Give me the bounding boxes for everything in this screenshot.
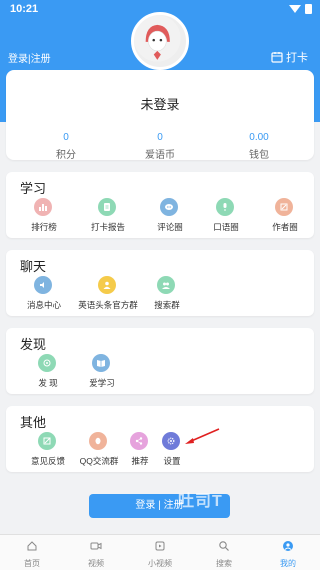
tab-search[interactable]: 搜索: [192, 535, 256, 570]
stat-coins[interactable]: 0 爱语币: [130, 132, 190, 161]
stat-points[interactable]: 0 积分: [36, 132, 96, 161]
menu-item-ranking[interactable]: 排行榜: [14, 198, 74, 236]
menu-item-authors[interactable]: 作者圈: [255, 198, 315, 236]
checkin-report-icon: [98, 198, 116, 216]
stat-wallet[interactable]: 0.00 钱包: [229, 132, 289, 161]
discover-icon: [38, 354, 56, 372]
tab-label: 小视频: [148, 559, 172, 568]
tab-short-video[interactable]: 小视频: [128, 535, 192, 570]
status-time: 10:21: [10, 3, 39, 15]
bottom-tab-bar: 首页 视频 小视频 搜索 我的: [0, 534, 320, 570]
section-title: 发现: [20, 337, 47, 352]
video-icon: [90, 542, 102, 550]
menu-item-messages[interactable]: 消息中心: [14, 276, 74, 314]
menu-item-study[interactable]: 爱学习: [72, 354, 132, 392]
tab-label: 我的: [280, 559, 296, 568]
section-title: 其他: [20, 415, 47, 430]
settings-icon: [162, 432, 180, 450]
annotation-arrow-icon: [185, 428, 220, 444]
wifi-icon: [289, 5, 301, 13]
avatar[interactable]: [131, 12, 189, 70]
menu-item-label: 作者圈: [272, 222, 298, 232]
stat-label: 爱语币: [145, 150, 175, 161]
tab-label: 视频: [88, 559, 104, 568]
comment-icon: [160, 198, 178, 216]
feedback-icon: [38, 432, 56, 450]
section-chat: 聊天 消息中心 英语头条官方群 搜索群: [6, 250, 314, 316]
profile-name[interactable]: 未登录: [6, 94, 314, 113]
qq-icon: [89, 432, 107, 450]
group-icon: [98, 276, 116, 294]
tab-profile[interactable]: 我的: [256, 535, 320, 570]
stat-value: 0: [157, 132, 163, 143]
menu-item-checkin-report[interactable]: 打卡报告: [78, 198, 138, 236]
stat-label: 钱包: [249, 150, 269, 161]
avatar-image: [134, 15, 181, 62]
status-icons: [289, 4, 312, 14]
login-register-link[interactable]: 登录|注册: [8, 50, 51, 65]
microphone-icon: [216, 198, 234, 216]
section-title: 学习: [20, 181, 47, 196]
battery-icon: [305, 4, 312, 14]
checkin-button[interactable]: 打卡: [271, 49, 308, 65]
section-other: 其他 意见反馈 QQ交流群 推荐 设置: [6, 406, 314, 472]
stat-value: 0: [63, 132, 69, 143]
search-icon: [219, 541, 229, 551]
tab-label: 搜索: [216, 559, 232, 568]
checkin-label: 打卡: [286, 52, 308, 64]
short-video-icon: [155, 541, 165, 551]
stat-label: 积分: [56, 150, 76, 161]
tab-home[interactable]: 首页: [0, 535, 64, 570]
tab-video[interactable]: 视频: [64, 535, 128, 570]
menu-item-label: 爱学习: [89, 378, 115, 388]
section-title: 聊天: [20, 259, 47, 274]
home-icon: [27, 541, 37, 551]
calendar-icon: [271, 52, 283, 63]
search-group-icon: [157, 276, 175, 294]
menu-item-label: 搜索群: [154, 300, 180, 310]
watermark: 吐司T: [178, 493, 223, 510]
menu-item-label: 设置: [163, 456, 181, 466]
author-icon: [275, 198, 293, 216]
ranking-icon: [34, 198, 52, 216]
study-icon: [92, 354, 110, 372]
section-study: 学习 排行榜 打卡报告 评论圈 口语圈 作者圈: [6, 172, 314, 238]
tab-label: 首页: [24, 559, 40, 568]
profile-icon: [283, 541, 293, 551]
section-discover: 发现 发 现 爱学习: [6, 328, 314, 394]
menu-item-search-group[interactable]: 搜索群: [137, 276, 197, 314]
speaker-icon: [34, 276, 52, 294]
stat-value: 0.00: [249, 132, 269, 143]
profile-card: 未登录 0 积分 0 爱语币 0.00 钱包: [6, 70, 314, 161]
